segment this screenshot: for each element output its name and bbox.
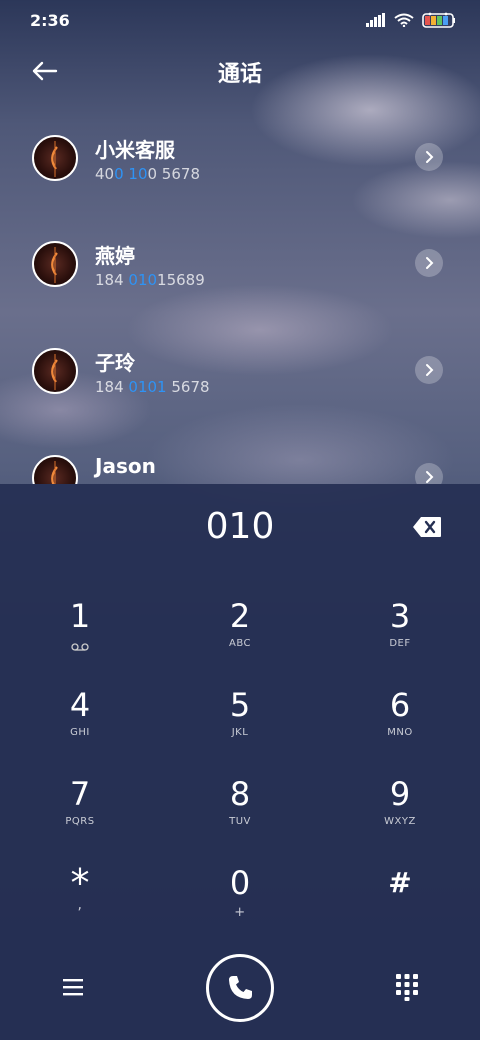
signal-icon bbox=[366, 13, 385, 27]
key-star[interactable]: * , bbox=[20, 863, 140, 943]
status-bar: 2:36 bbox=[0, 0, 480, 40]
key-8[interactable]: 8 TUV bbox=[180, 774, 300, 854]
battery-icon bbox=[422, 12, 455, 28]
contact-detail-button[interactable] bbox=[415, 356, 443, 384]
header: 通话 bbox=[0, 48, 480, 92]
phone-icon bbox=[229, 976, 252, 999]
chevron-right-icon bbox=[426, 151, 434, 163]
contact-detail-button[interactable] bbox=[415, 143, 443, 171]
contact-item[interactable]: 小米客服 400 100 5678 bbox=[0, 120, 480, 200]
contact-name: 子玲 bbox=[95, 351, 135, 375]
avatar bbox=[32, 348, 78, 394]
key-3[interactable]: 3 DEF bbox=[340, 596, 460, 676]
key-6[interactable]: 6 MNO bbox=[340, 685, 460, 765]
contact-item[interactable]: Jason bbox=[0, 440, 480, 484]
key-5[interactable]: 5 JKL bbox=[180, 685, 300, 765]
voicemail-icon bbox=[71, 643, 89, 651]
key-7[interactable]: 7 PQRS bbox=[20, 774, 140, 854]
call-button[interactable] bbox=[206, 954, 274, 1022]
dialer-panel: 010 1 2 ABC 3 DEF 4 GHI 5 JKL 6 MNO 7 PQ… bbox=[0, 484, 480, 1040]
contact-item[interactable]: 燕婷 184 01015689 bbox=[0, 226, 480, 306]
contact-number: 184 0101 5678 bbox=[95, 378, 210, 396]
key-9[interactable]: 9 WXYZ bbox=[340, 774, 460, 854]
avatar bbox=[32, 135, 78, 181]
key-0[interactable]: 0 + bbox=[180, 863, 300, 943]
contact-number: 184 01015689 bbox=[95, 271, 205, 289]
contact-name: 小米客服 bbox=[95, 138, 175, 162]
contact-item[interactable]: 子玲 184 0101 5678 bbox=[0, 333, 480, 413]
wifi-icon bbox=[394, 13, 414, 27]
contact-detail-button[interactable] bbox=[415, 249, 443, 277]
backspace-icon[interactable] bbox=[412, 516, 442, 538]
key-2[interactable]: 2 ABC bbox=[180, 596, 300, 676]
avatar bbox=[32, 241, 78, 287]
contact-list: 小米客服 400 100 5678 燕婷 184 01015689 子玲 184… bbox=[0, 120, 480, 484]
key-4[interactable]: 4 GHI bbox=[20, 685, 140, 765]
status-time: 2:36 bbox=[30, 10, 70, 30]
chevron-right-icon bbox=[426, 257, 434, 269]
keypad-toggle-icon[interactable] bbox=[394, 972, 420, 1002]
avatar bbox=[32, 455, 78, 484]
contact-detail-button[interactable] bbox=[415, 463, 443, 484]
menu-icon[interactable] bbox=[60, 974, 86, 1000]
key-1[interactable]: 1 bbox=[20, 596, 140, 676]
page-title: 通话 bbox=[217, 62, 262, 87]
dialed-number: 010 bbox=[205, 506, 275, 547]
status-icons bbox=[366, 12, 456, 28]
contact-number: 400 100 5678 bbox=[95, 165, 200, 183]
dialer-bottom-bar bbox=[0, 954, 480, 1024]
contact-name: 燕婷 bbox=[95, 244, 135, 268]
chevron-right-icon bbox=[426, 471, 434, 483]
chevron-right-icon bbox=[426, 364, 434, 376]
contact-name: Jason bbox=[95, 454, 156, 478]
key-hash[interactable]: # bbox=[340, 863, 460, 943]
